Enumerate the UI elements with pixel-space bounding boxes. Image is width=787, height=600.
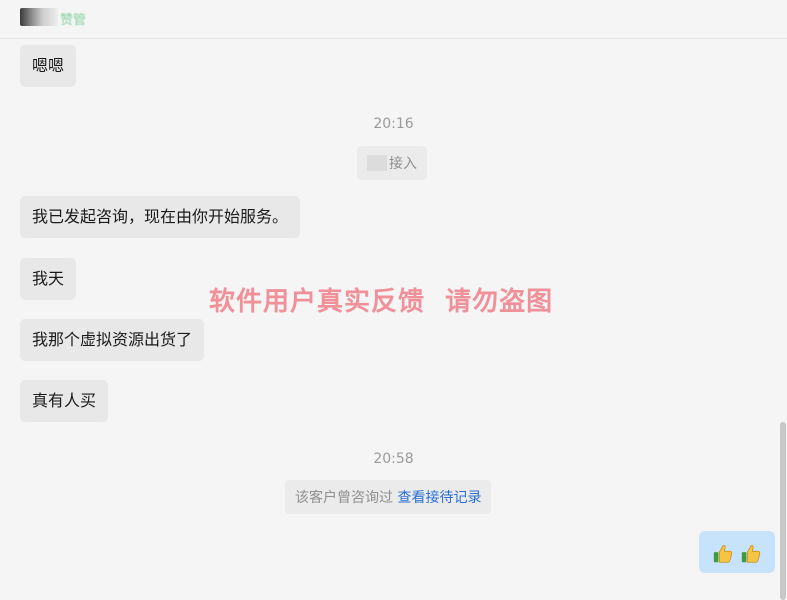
- incoming-message[interactable]: 我那个虚拟资源出货了: [20, 319, 205, 361]
- view-reception-record-link[interactable]: 查看接待记录: [397, 490, 481, 506]
- message-text: 嗯嗯: [32, 56, 65, 75]
- message-timestamp: 20:58: [373, 451, 414, 467]
- incoming-message[interactable]: 我已发起咨询，现在由你开始服务。: [20, 196, 301, 238]
- message-text: 真有人买: [32, 391, 97, 410]
- outgoing-message[interactable]: [699, 531, 775, 573]
- chat-header: 赞管: [0, 0, 787, 39]
- joined-text: 接入: [389, 156, 417, 172]
- message-timestamp: 20:16: [373, 116, 414, 132]
- chat-scrollbar-thumb[interactable]: [780, 422, 786, 600]
- contact-avatar[interactable]: [20, 8, 58, 26]
- message-text: 我天: [32, 269, 65, 288]
- agent-joined-notice: 接入: [357, 146, 427, 180]
- incoming-message[interactable]: 嗯嗯: [20, 45, 77, 87]
- thumbs-up-icon: [712, 540, 740, 564]
- message-text: 我已发起咨询，现在由你开始服务。: [32, 207, 289, 226]
- consult-history-text: 该客户曾咨询过: [295, 490, 393, 506]
- contact-name[interactable]: 赞管: [60, 9, 86, 28]
- watermark-overlay: 软件用户真实反馈 请勿盗图: [209, 287, 554, 317]
- consult-history-notice: 该客户曾咨询过 查看接待记录: [285, 480, 492, 514]
- incoming-message[interactable]: 真有人买: [20, 380, 109, 422]
- incoming-message[interactable]: 我天: [20, 258, 77, 300]
- thumbs-up-icon: [740, 540, 762, 564]
- message-text: 我那个虚拟资源出货了: [32, 330, 193, 349]
- masked-agent-name: [367, 155, 387, 171]
